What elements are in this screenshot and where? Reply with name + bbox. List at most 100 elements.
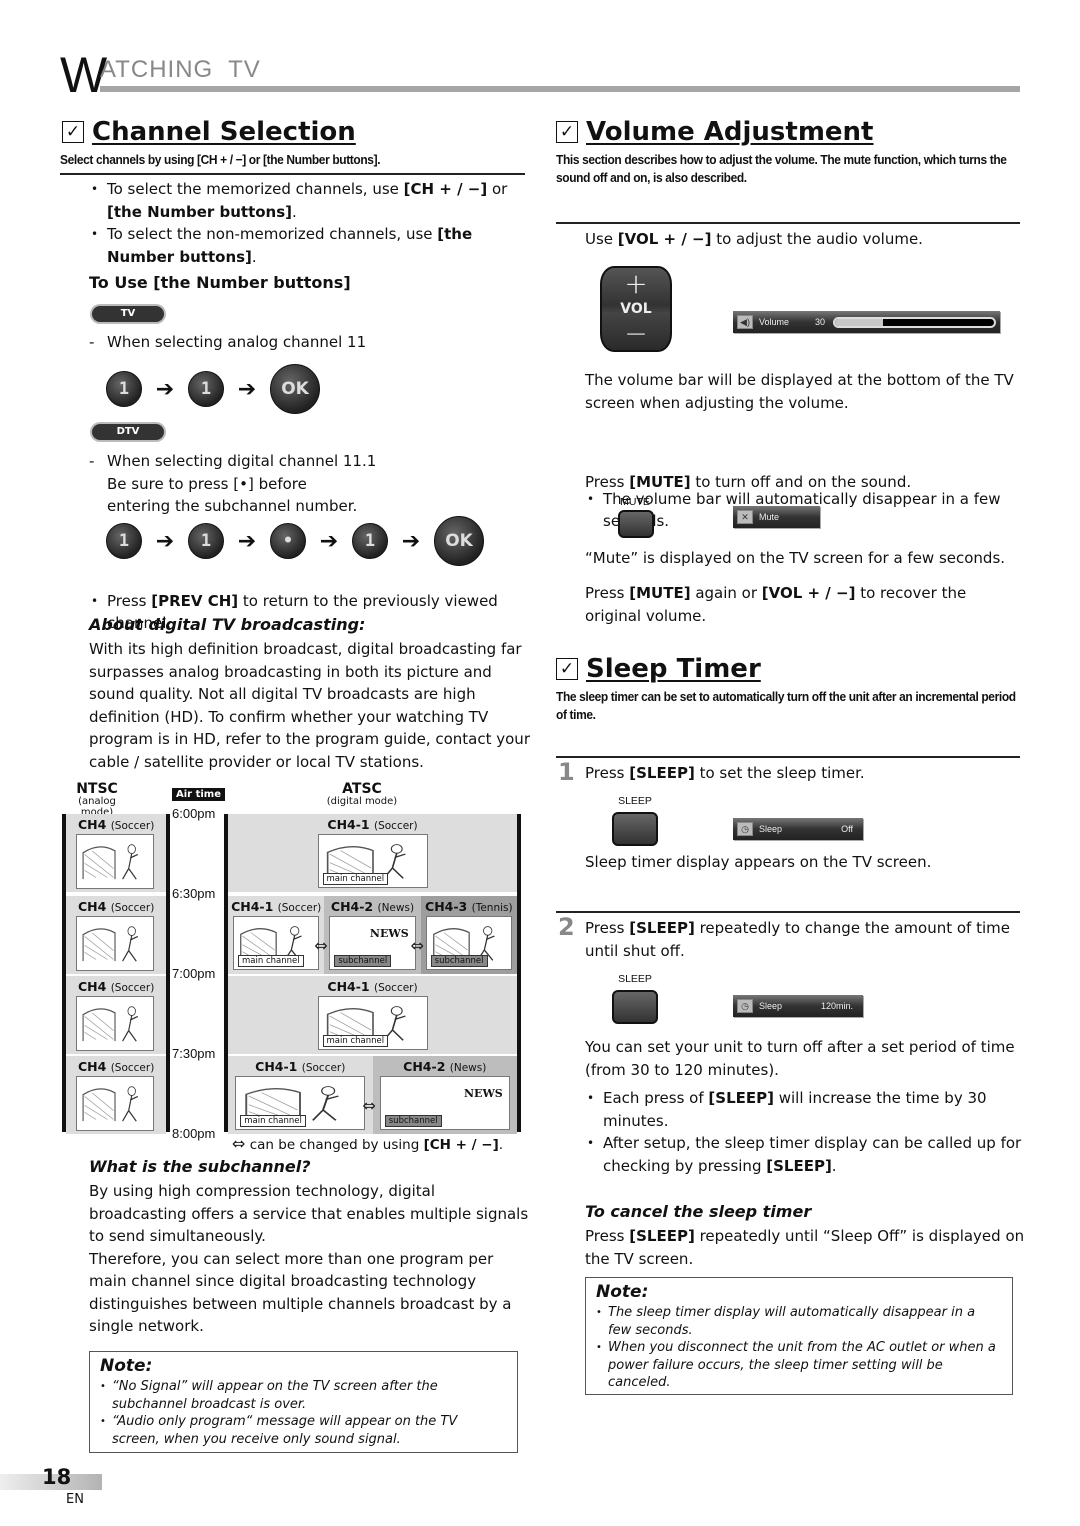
channel-label: CH4-1 (Soccer) (255, 1059, 346, 1074)
number-buttons-heading: To Use [the Number buttons] (89, 273, 351, 292)
channel-label: CH4-1 (Soccer) (231, 899, 322, 914)
ntsc-cell: CH4 (Soccer) (66, 814, 166, 892)
checkbox-icon: ✓ (556, 121, 578, 143)
channel-tag: main channel (240, 1115, 306, 1127)
channel-tag: subchannel (384, 1115, 442, 1127)
step2-text: Press [SLEEP] repeatedly to change the a… (585, 919, 1010, 960)
clock-icon: ◷ (737, 822, 753, 836)
key-ok: OK (434, 516, 484, 566)
dtv-key-sequence: 1 ➔ 1 ➔ • ➔ 1 ➔ OK (106, 516, 484, 566)
program-image: main channel (317, 834, 428, 888)
tv-mode-pill: TV (90, 304, 166, 324)
speaker-icon: ◀) (737, 315, 753, 329)
plus-icon: + (624, 267, 648, 300)
key-1: 1 (188, 523, 224, 559)
ntsc-header: NTSC (analog mode) (76, 781, 118, 818)
key-ok: OK (270, 364, 320, 414)
channel-tag: subchannel (334, 955, 392, 967)
divider (517, 814, 521, 1132)
arrow-right-icon: ➔ (155, 528, 175, 554)
sleep-bullets: Each press of [SLEEP] will increase the … (585, 1087, 1025, 1177)
atsc-header: ATSC (digital mode) (326, 781, 398, 807)
subchannel-text: By using high compression technology, di… (89, 1182, 529, 1335)
sleep-note-box: Note: The sleep timer display will autom… (585, 1277, 1013, 1395)
atsc-cell: CH4-3 (Tennis) subchannel (420, 896, 517, 974)
sleep-title: ✓ Sleep Timer (556, 653, 761, 685)
channel-tag: main channel (238, 955, 304, 967)
key-1: 1 (106, 371, 142, 407)
key-dot: • (270, 523, 306, 559)
program-image (76, 1076, 154, 1131)
tv-key-sequence: 1 ➔ 1 ➔ OK (106, 364, 320, 414)
sleep-bullet: Each press of [SLEEP] will increase the … (585, 1087, 1025, 1132)
about-digital-text: With its high definition broadcast, digi… (89, 640, 530, 771)
step1-after: Sleep timer display appears on the TV sc… (585, 853, 932, 871)
step-number: 1 (558, 758, 575, 786)
diagram-legend: ⇔ can be changed by using [CH + / −]. (232, 1134, 504, 1153)
channel-label: CH4-3 (Tennis) (425, 899, 513, 914)
sleep-caption: SLEEP (618, 795, 652, 807)
time-label: 6:30pm (172, 886, 216, 901)
clock-icon: ◷ (737, 999, 753, 1013)
vol-use-text: Use [VOL + / −] to adjust the audio volu… (585, 230, 923, 248)
channel-label: CH4-2 (News) (330, 899, 415, 914)
cancel-heading: To cancel the sleep timer (585, 1202, 812, 1221)
section-rule (60, 173, 525, 175)
channel-tag: main channel (322, 873, 389, 885)
mute-button (618, 510, 654, 538)
program-image: subchannel (425, 916, 512, 970)
minus-icon: − (624, 317, 648, 350)
arrow-right-icon: ➔ (237, 528, 257, 554)
channel-tag: subchannel (430, 955, 488, 967)
sleep-bullet: After setup, the sleep timer display can… (585, 1132, 1025, 1177)
time-label: 7:30pm (172, 1046, 216, 1061)
sleep-osd-off: ◷ Sleep Off (733, 818, 863, 840)
step1-text: Press [SLEEP] to set the sleep timer. (585, 764, 865, 782)
program-image: main channel (317, 996, 428, 1050)
step2-after: You can set your unit to turn off after … (585, 1038, 1015, 1079)
broadcast-diagram: NTSC (analog mode) Air time ATSC (digita… (62, 782, 522, 1160)
bullet-non-memorized: To select the non-memorized channels, us… (89, 223, 529, 268)
volume-level-fill (835, 318, 883, 326)
checkbox-icon: ✓ (556, 658, 578, 680)
arrow-right-icon: ➔ (155, 376, 175, 402)
atsc-cell: CH4-1 (Soccer) main channel (228, 814, 517, 892)
channel-selection-subtitle: Select channels by using [CH + / −] or [… (60, 152, 381, 167)
note-item: “No Signal” will appear on the TV screen… (100, 1378, 507, 1413)
note-item: The sleep timer display will automatical… (596, 1304, 1002, 1339)
program-image: NEWS subchannel (379, 1076, 510, 1130)
header-title: ATCHING TV (100, 56, 261, 83)
about-digital-heading: About digital TV broadcasting: (89, 615, 366, 634)
step-number: 2 (558, 913, 575, 941)
double-arrow-icon: ⇔ (362, 1096, 376, 1115)
dtv-step-text: When selecting digital channel 11.1 Be s… (89, 450, 376, 518)
recover-text: Press [MUTE] again or [VOL + / −] to rec… (585, 584, 967, 625)
channel-label: CH4-1 (Soccer) (327, 979, 418, 994)
program-image: NEWS subchannel (329, 916, 416, 970)
ntsc-cell: CH4 (Soccer) (66, 896, 166, 974)
note-item: “Audio only program“ message will appear… (100, 1413, 507, 1448)
ntsc-cell: CH4 (Soccer) (66, 1056, 166, 1134)
channel-selection-title: ✓ Channel Selection (62, 116, 356, 148)
sleep-caption: SLEEP (618, 973, 652, 985)
section-rule (556, 222, 1020, 224)
section-rule (556, 756, 1020, 758)
header-rule (100, 86, 1020, 92)
sleep-button (612, 990, 658, 1024)
program-image (76, 996, 154, 1051)
time-label: 6:00pm (172, 806, 216, 821)
channel-label: CH4 (Soccer) (78, 1059, 155, 1074)
time-label: 8:00pm (172, 1126, 216, 1141)
atsc-cell: CH4-1 (Soccer) main channel (228, 976, 517, 1054)
channel-label: CH4-1 (Soccer) (327, 817, 418, 832)
channel-bullets: To select the memorized channels, use [C… (89, 178, 529, 268)
sleep-button (612, 812, 658, 846)
atsc-cell: CH4-2 (News) NEWS subchannel (372, 1056, 517, 1134)
channel-label: CH4 (Soccer) (78, 979, 155, 994)
volume-level-bar (833, 316, 996, 328)
note-item: When you disconnect the unit from the AC… (596, 1339, 1002, 1392)
mute-x-icon: ✕ (737, 510, 753, 524)
page-number: 18 (42, 1465, 72, 1489)
volume-osd: ◀) Volume 30 (733, 311, 1000, 333)
double-arrow-icon: ⇔ (314, 936, 328, 955)
